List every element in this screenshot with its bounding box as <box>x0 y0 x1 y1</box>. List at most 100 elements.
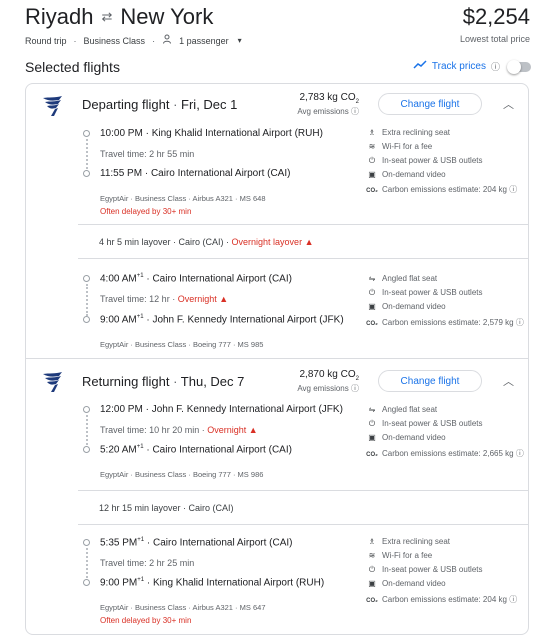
amenity-row: CO₂ Carbon emissions estimate: 204 kg ⓘ <box>366 594 517 605</box>
day-offset: +1 <box>136 273 144 279</box>
arrival-airport: John F. Kennedy International Airport (J… <box>152 314 344 326</box>
co2-avg-label: Avg emissions <box>297 107 349 116</box>
day-offset: +1 <box>136 444 144 450</box>
change-returning-flight-button[interactable]: Change flight <box>378 370 482 392</box>
arrival-airport: Cairo International Airport (CAI) <box>150 168 291 179</box>
co2-icon: CO₂ <box>366 188 378 194</box>
amenity-row: ⏻ In-seat power & USB outlets <box>366 419 483 429</box>
amenity-label: Carbon emissions estimate: 2,665 kg <box>382 449 514 458</box>
co2-icon: CO₂ <box>366 598 378 604</box>
departure-row: 10:00 PM · King Khalid International Air… <box>100 128 323 139</box>
info-icon[interactable]: ⓘ <box>351 107 359 116</box>
total-price: $2,254 <box>462 4 530 29</box>
amenity-label: Carbon emissions estimate: 204 kg <box>382 185 507 194</box>
flight-meta: EgyptAir · Business Class · Boeing 777 ·… <box>100 340 264 349</box>
flight-meta: EgyptAir · Business Class · Airbus A321 … <box>100 603 266 612</box>
caret-down-icon[interactable]: ▾ <box>238 36 242 45</box>
seat-icon: ⇋ <box>368 405 376 414</box>
video-icon: ▣ <box>368 302 376 311</box>
seat-icon: ♗ <box>368 537 376 546</box>
amenity-row: ▣ On-demand video <box>366 433 446 442</box>
amenity-label: Wi-Fi for a fee <box>382 551 433 560</box>
overnight-flag: Overnight <box>177 294 217 304</box>
trend-icon <box>413 60 427 73</box>
info-icon[interactable]: ⓘ <box>491 60 500 73</box>
origin-city[interactable]: Riyadh <box>25 4 93 30</box>
arrival-airport: King Khalid International Airport (RUH) <box>152 577 325 589</box>
arrival-row: 11:55 PM · Cairo International Airport (… <box>100 168 291 179</box>
info-icon[interactable]: ⓘ <box>509 185 517 194</box>
separator: · <box>152 35 156 46</box>
amenity-row: ▣ On-demand video <box>366 170 446 179</box>
travel-time: Travel time: 2 hr 55 min <box>100 149 195 159</box>
amenity-label: On-demand video <box>382 433 446 442</box>
flight-meta: EgyptAir · Business Class · Boeing 777 ·… <box>100 470 264 479</box>
separator: · <box>73 35 77 46</box>
video-icon: ▣ <box>368 433 376 442</box>
travel-time: Travel time: 10 hr 20 min · Overnight ▲ <box>100 425 258 435</box>
destination-city[interactable]: New York <box>120 4 213 30</box>
divider <box>78 258 528 259</box>
returning-flight-header: Returning flight · Thu, Dec 7 <box>82 374 244 389</box>
travel-time: Travel time: 12 hr · Overnight ▲ <box>100 294 228 304</box>
departure-airport: Cairo International Airport (CAI) <box>152 273 292 285</box>
info-icon[interactable]: ⓘ <box>509 595 517 604</box>
amenity-row: ♗ Extra reclining seat <box>366 537 450 546</box>
arrival-airport: Cairo International Airport (CAI) <box>152 444 292 456</box>
change-departing-flight-button[interactable]: Change flight <box>378 93 482 115</box>
amenity-row: CO₂ Carbon emissions estimate: 2,665 kg ⓘ <box>366 448 524 459</box>
cabin-class[interactable]: Business Class <box>84 36 146 46</box>
seat-icon: ⇋ <box>368 274 376 283</box>
co2-icon: CO₂ <box>366 321 378 327</box>
amenity-row: ⏻ In-seat power & USB outlets <box>366 288 483 298</box>
amenity-label: Carbon emissions estimate: 2,579 kg <box>382 318 514 327</box>
divider <box>78 490 528 491</box>
timeline-line <box>86 415 88 445</box>
co2-value: 2,870 kg CO <box>299 369 356 380</box>
chevron-up-icon[interactable]: ︿ <box>503 96 514 112</box>
amenity-row: ⇋ Angled flat seat <box>366 405 438 414</box>
co2-sub: 2 <box>355 99 359 105</box>
timeline-dot <box>83 539 90 546</box>
trip-type[interactable]: Round trip <box>25 36 67 46</box>
chevron-up-icon[interactable]: ︿ <box>503 373 514 389</box>
arrival-time: 5:20 AM <box>100 444 137 456</box>
amenity-label: On-demand video <box>382 170 446 179</box>
day-offset: +1 <box>137 537 145 543</box>
person-icon <box>162 34 172 47</box>
power-icon: ⏻ <box>368 565 376 574</box>
delay-warning: Often delayed by 30+ min <box>100 207 192 216</box>
info-icon[interactable]: ⓘ <box>516 449 524 458</box>
warning-icon: ▲ <box>219 294 229 304</box>
co2-sub: 2 <box>355 376 359 382</box>
power-icon: ⏻ <box>368 419 376 428</box>
section-divider <box>26 358 528 359</box>
power-icon: ⏻ <box>368 288 376 297</box>
amenity-row: ≋ Wi-Fi for a fee <box>366 142 433 151</box>
departure-row: 5:35 PM+1 · Cairo International Airport … <box>100 537 293 549</box>
info-icon[interactable]: ⓘ <box>351 384 359 393</box>
egyptair-logo-icon <box>40 92 66 118</box>
swap-icon[interactable]: ⇄ <box>101 9 112 25</box>
arrival-row: 9:00 PM+1 · King Khalid International Ai… <box>100 577 325 589</box>
amenity-label: In-seat power & USB outlets <box>382 565 483 574</box>
departing-co2: 2,783 kg CO2 Avg emissions ⓘ <box>279 92 359 117</box>
timeline-line <box>86 284 88 316</box>
warning-icon: ▲ <box>248 425 258 435</box>
returning-co2: 2,870 kg CO2 Avg emissions ⓘ <box>279 369 359 394</box>
info-icon[interactable]: ⓘ <box>516 318 524 327</box>
track-prices: Track prices ⓘ <box>413 59 531 74</box>
track-prices-toggle[interactable] <box>507 59 531 74</box>
separator: · <box>173 97 182 112</box>
amenity-label: Carbon emissions estimate: 204 kg <box>382 595 507 604</box>
amenity-label: Angled flat seat <box>382 274 438 283</box>
departure-row: 12:00 PM · John F. Kennedy International… <box>100 404 343 415</box>
timeline-dot <box>83 130 90 137</box>
timeline-line <box>86 548 88 578</box>
arrival-time: 9:00 AM <box>100 314 137 326</box>
travel-time-text: Travel time: 12 hr · <box>100 294 178 304</box>
passenger-count[interactable]: 1 passenger <box>179 36 229 46</box>
amenity-label: Extra reclining seat <box>382 537 451 546</box>
returning-flight-date: Thu, Dec 7 <box>180 374 245 389</box>
seat-icon: ♗ <box>368 128 376 137</box>
